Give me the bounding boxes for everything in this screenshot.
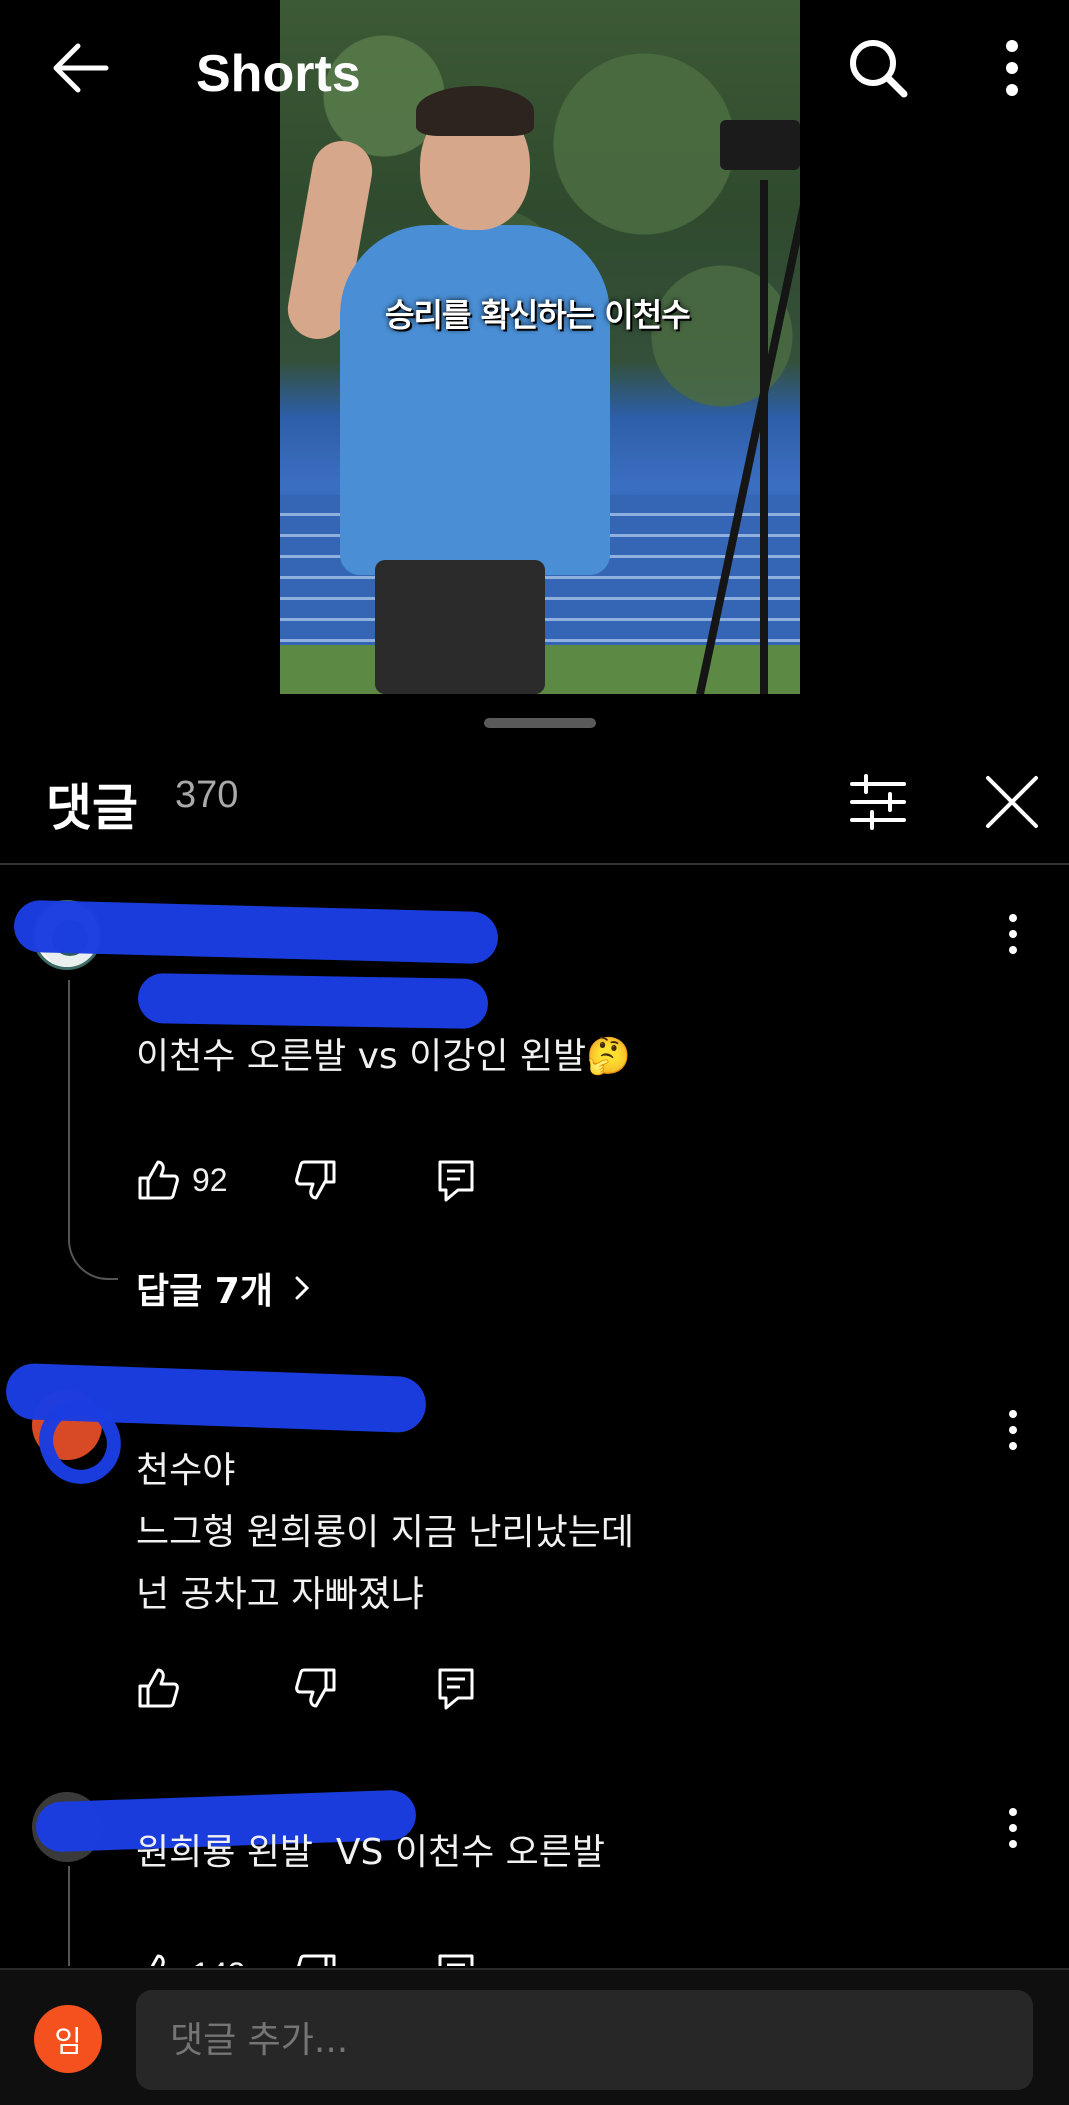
comment-more-button[interactable] [1000, 1804, 1026, 1852]
top-bar: Shorts [0, 0, 1069, 140]
comment-actions: 92 [136, 1150, 536, 1210]
like-count: 143 [192, 1956, 245, 1967]
comment-line: 느그형 원희룡이 지금 난리났는데 [136, 1512, 635, 1553]
video-person [283, 80, 640, 694]
comments-count: 370 [175, 774, 239, 816]
video-caption: 승리를 확신하는 이천수 [385, 296, 691, 334]
comment-more-button[interactable] [1000, 1406, 1026, 1454]
search-button[interactable] [846, 36, 910, 100]
comment-text: 천수야 느그형 원희룡이 지금 난리났는데 넌 공차고 자빠졌냐 [136, 1440, 634, 1626]
page-title: Shorts [196, 45, 361, 103]
thread-line [68, 980, 118, 1280]
header-divider [0, 863, 1069, 865]
thumbs-up-icon [138, 1668, 179, 1708]
tripod-camera [690, 120, 800, 694]
chevron-right-icon [295, 1276, 310, 1300]
comments-title: 댓글 [46, 779, 138, 837]
reply-comment-icon [438, 1160, 474, 1202]
dislike-button[interactable] [294, 1150, 338, 1210]
redacted-badge [137, 972, 489, 1030]
dislike-button[interactable] [294, 1658, 338, 1718]
search-icon [850, 40, 908, 98]
close-icon [986, 776, 1038, 828]
comment-actions [136, 1658, 536, 1718]
thumbs-down-icon [295, 1160, 336, 1200]
thumbs-up-icon [138, 1160, 179, 1200]
comment-item: 천수야 느그형 원희룡이 지금 난리났는데 넌 공차고 자빠졌냐 [0, 1360, 1069, 1740]
reply-button[interactable] [436, 1658, 476, 1718]
like-count: 92 [192, 1161, 228, 1198]
thumbs-down-icon [297, 1954, 336, 1966]
thumbs-down-icon [295, 1668, 336, 1708]
add-comment-input[interactable] [136, 1990, 1033, 2090]
sort-filter-button[interactable] [846, 770, 910, 834]
more-vertical-icon [1009, 1410, 1017, 1450]
comment-actions: 143 [136, 1944, 536, 1966]
back-arrow-icon [53, 43, 109, 93]
comment-item: 원희룡 왼발 VS 이천수 오른발 143 [0, 1776, 1069, 1966]
back-button[interactable] [50, 40, 110, 96]
like-button[interactable]: 92 [136, 1150, 228, 1210]
comments-header: 댓글 370 [0, 740, 1069, 864]
more-vertical-icon [1009, 1808, 1017, 1848]
comment-more-button[interactable] [1000, 910, 1026, 958]
thumbs-up-icon [150, 1954, 165, 1966]
comment-text: 이천수 오른발 vs 이강인 왼발🤔 [136, 1036, 631, 1077]
reply-button[interactable] [436, 1150, 476, 1210]
comment-line: 천수야 [136, 1450, 236, 1491]
more-vertical-icon [1009, 914, 1017, 954]
comment-item: 이천수 오른발 vs 이강인 왼발🤔 92 답글 7개 [0, 880, 1069, 1320]
more-options-button[interactable] [990, 36, 1034, 100]
close-button[interactable] [980, 770, 1044, 834]
like-button[interactable] [136, 1658, 192, 1718]
more-vertical-icon [1006, 40, 1018, 96]
view-replies-button[interactable]: 답글 7개 [136, 1262, 317, 1314]
reply-button[interactable] [436, 1944, 476, 1966]
comment-line: 넌 공차고 자빠졌냐 [136, 1574, 424, 1615]
comment-composer-bar: 임 [0, 1968, 1069, 2105]
thread-line [68, 1866, 70, 1966]
filter-sliders-icon [850, 774, 906, 830]
sheet-drag-handle[interactable] [484, 718, 596, 728]
reply-comment-icon [438, 1954, 474, 1966]
replies-label: 답글 7개 [136, 1271, 273, 1312]
comment-text: 원희룡 왼발 VS 이천수 오른발 [136, 1832, 606, 1873]
dislike-button[interactable] [294, 1944, 338, 1966]
user-avatar[interactable]: 임 [34, 2005, 102, 2073]
like-button[interactable]: 143 [136, 1944, 245, 1966]
reply-comment-icon [438, 1668, 474, 1710]
